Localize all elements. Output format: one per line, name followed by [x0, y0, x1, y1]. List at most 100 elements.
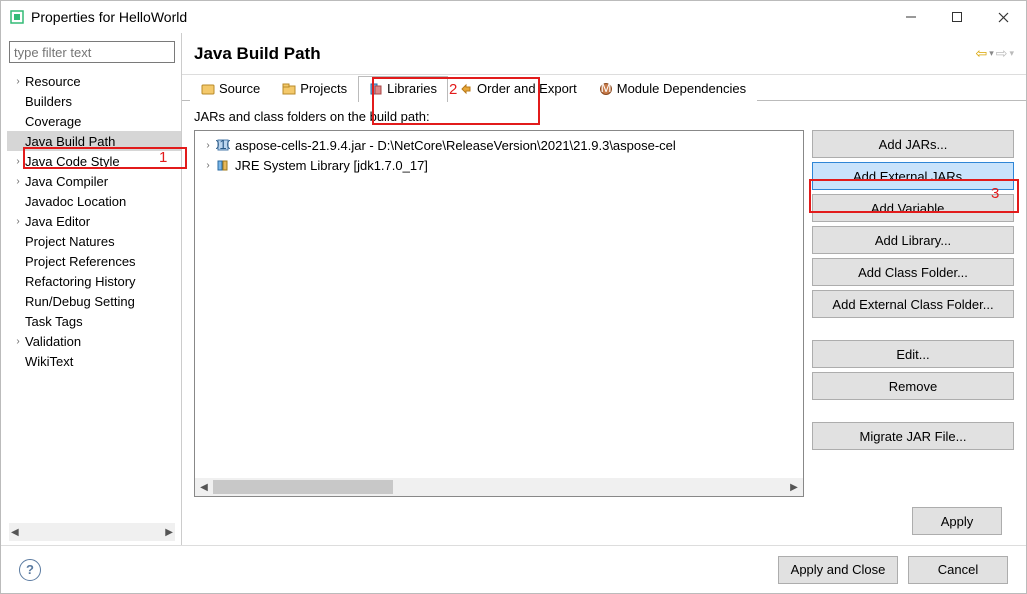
add-external-jars-button[interactable]: Add External JARs...	[812, 162, 1014, 190]
tree-item-label: Validation	[25, 334, 81, 349]
tab-icon	[201, 82, 215, 96]
add-class-folder-button[interactable]: Add Class Folder...	[812, 258, 1014, 286]
tab-source[interactable]: Source	[190, 76, 271, 102]
category-tree[interactable]: ›Resource Builders Coverage Java Build Path…	[3, 71, 181, 519]
classpath-entry[interactable]: ›010aspose-cells-21.9.4.jar - D:\NetCore…	[195, 135, 803, 155]
forward-icon[interactable]: ⇨	[996, 45, 1008, 62]
tab-bar: Source Projects Libraries Order and Export M…	[182, 75, 1026, 101]
migrate-jar-button[interactable]: Migrate JAR File...	[812, 422, 1014, 450]
tree-item[interactable]: ›Resource	[7, 71, 181, 91]
tab-libraries[interactable]: Libraries	[358, 76, 448, 102]
tab-icon	[282, 82, 296, 96]
tree-item-label: WikiText	[25, 354, 73, 369]
expand-icon: ›	[11, 76, 25, 87]
tree-item[interactable]: Coverage	[7, 111, 181, 131]
tree-item[interactable]: Builders	[7, 91, 181, 111]
expand-icon: ›	[11, 216, 25, 227]
tab-order-and-export[interactable]: Order and Export	[448, 76, 588, 102]
tree-item-label: Javadoc Location	[25, 194, 126, 209]
tree-item-label: Refactoring History	[25, 274, 136, 289]
tree-item[interactable]: Java Build Path	[7, 131, 181, 151]
tab-icon: M	[599, 82, 613, 96]
svg-text:M: M	[600, 82, 611, 95]
tree-item-label: Java Compiler	[25, 174, 108, 189]
tree-item[interactable]: Refactoring History	[7, 271, 181, 291]
tab-projects[interactable]: Projects	[271, 76, 358, 102]
maximize-button[interactable]	[934, 1, 980, 33]
list-description: JARs and class folders on the build path…	[194, 109, 1014, 124]
remove-button[interactable]: Remove	[812, 372, 1014, 400]
edit-button[interactable]: Edit...	[812, 340, 1014, 368]
scroll-left-icon: ◀	[195, 482, 213, 493]
svg-text:010: 010	[216, 138, 230, 152]
classpath-entry[interactable]: › JRE System Library [jdk1.7.0_17]	[195, 155, 803, 175]
entry-label: aspose-cells-21.9.4.jar - D:\NetCore\Rel…	[235, 138, 676, 153]
filter-container	[9, 41, 175, 63]
tree-item[interactable]: Run/Debug Setting	[7, 291, 181, 311]
tree-item-label: Java Build Path	[25, 134, 115, 149]
tab-icon	[369, 82, 383, 96]
tree-item-label: Java Editor	[25, 214, 90, 229]
sidebar: ›Resource Builders Coverage Java Build Path…	[1, 33, 181, 545]
apply-and-close-button[interactable]: Apply and Close	[778, 556, 898, 584]
action-buttons: Add JARs... Add External JARs... Add Var…	[812, 130, 1014, 497]
tree-item-label: Coverage	[25, 114, 81, 129]
window-title: Properties for HelloWorld	[31, 9, 187, 25]
apply-button[interactable]: Apply	[912, 507, 1002, 535]
tree-item[interactable]: ›Validation	[7, 331, 181, 351]
tree-item-label: Builders	[25, 94, 72, 109]
tree-item[interactable]: Task Tags	[7, 311, 181, 331]
tab-label: Source	[219, 81, 260, 96]
scroll-left-icon: ◀	[11, 527, 19, 538]
expand-icon: ›	[201, 160, 215, 171]
cancel-button[interactable]: Cancel	[908, 556, 1008, 584]
tab-icon	[459, 82, 473, 96]
list-hscroll[interactable]: ◀ ▶	[195, 478, 803, 496]
library-icon	[215, 158, 231, 172]
expand-icon: ›	[11, 336, 25, 347]
tree-item-label: Project References	[25, 254, 136, 269]
forward-dropdown-icon[interactable]: ▾	[1009, 48, 1014, 59]
filter-input[interactable]	[9, 41, 175, 63]
tree-item[interactable]: ›Java Code Style	[7, 151, 181, 171]
nav-history: ⇦ ▾ ⇨ ▾	[975, 45, 1014, 62]
expand-icon: ›	[11, 176, 25, 187]
tab-label: Order and Export	[477, 81, 577, 96]
tree-item-label: Run/Debug Setting	[25, 294, 135, 309]
scroll-right-icon: ▶	[785, 482, 803, 493]
add-variable-button[interactable]: Add Variable...	[812, 194, 1014, 222]
tree-item-label: Project Natures	[25, 234, 115, 249]
tree-item-label: Java Code Style	[25, 154, 120, 169]
back-dropdown-icon[interactable]: ▾	[989, 48, 994, 59]
add-library-button[interactable]: Add Library...	[812, 226, 1014, 254]
sidebar-hscroll[interactable]: ◀ ▶	[9, 523, 175, 541]
tree-item-label: Task Tags	[25, 314, 83, 329]
tree-item[interactable]: WikiText	[7, 351, 181, 371]
tab-content: JARs and class folders on the build path…	[182, 101, 1026, 545]
tree-item[interactable]: Javadoc Location	[7, 191, 181, 211]
tab-label: Projects	[300, 81, 347, 96]
back-icon[interactable]: ⇦	[975, 45, 987, 62]
tree-item[interactable]: ›Java Editor	[7, 211, 181, 231]
add-jars-button[interactable]: Add JARs...	[812, 130, 1014, 158]
scroll-thumb[interactable]	[213, 480, 393, 494]
tab-module-dependencies[interactable]: M Module Dependencies	[588, 76, 757, 102]
minimize-button[interactable]	[888, 1, 934, 33]
properties-dialog: Properties for HelloWorld ›Resource Build…	[0, 0, 1027, 594]
classpath-list[interactable]: ›010 aspose-cells-21.9.4.jar - D:\NetCore…	[194, 130, 804, 497]
tree-item[interactable]: ›Java Compiler	[7, 171, 181, 191]
add-external-class-folder-button[interactable]: Add External Class Folder...	[812, 290, 1014, 318]
close-button[interactable]	[980, 1, 1026, 33]
expand-icon: ›	[11, 156, 25, 167]
tree-item[interactable]: Project Natures	[7, 231, 181, 251]
entry-label: JRE System Library [jdk1.7.0_17]	[235, 158, 428, 173]
titlebar: Properties for HelloWorld	[1, 1, 1026, 33]
tree-item[interactable]: Project References	[7, 251, 181, 271]
scroll-right-icon: ▶	[165, 527, 173, 538]
page-title: Java Build Path	[194, 44, 321, 64]
app-icon	[9, 9, 25, 25]
help-icon[interactable]: ?	[19, 559, 41, 581]
tab-label: Module Dependencies	[617, 81, 746, 96]
jar-icon: 010	[215, 138, 231, 152]
main-header: Java Build Path ⇦ ▾ ⇨ ▾	[182, 33, 1026, 75]
